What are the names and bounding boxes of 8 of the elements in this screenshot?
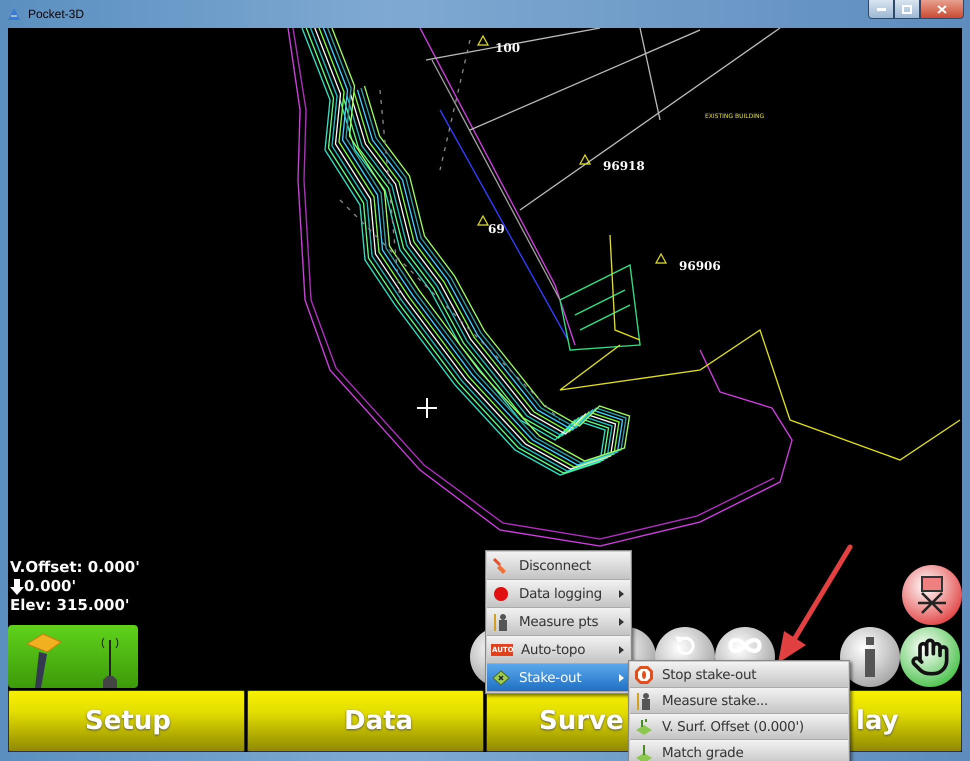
point-label: 100 xyxy=(495,41,520,55)
point-label: 69 xyxy=(488,222,505,236)
point-label: 96918 xyxy=(603,159,645,173)
readout-text: V.Offset: 0.000' xyxy=(10,558,140,577)
readout-text: Elev: 315.000' xyxy=(10,596,130,615)
window-title: Pocket-3D xyxy=(28,7,84,21)
point-label: 96906 xyxy=(679,259,721,273)
readout-text: 0.000' xyxy=(24,577,76,596)
